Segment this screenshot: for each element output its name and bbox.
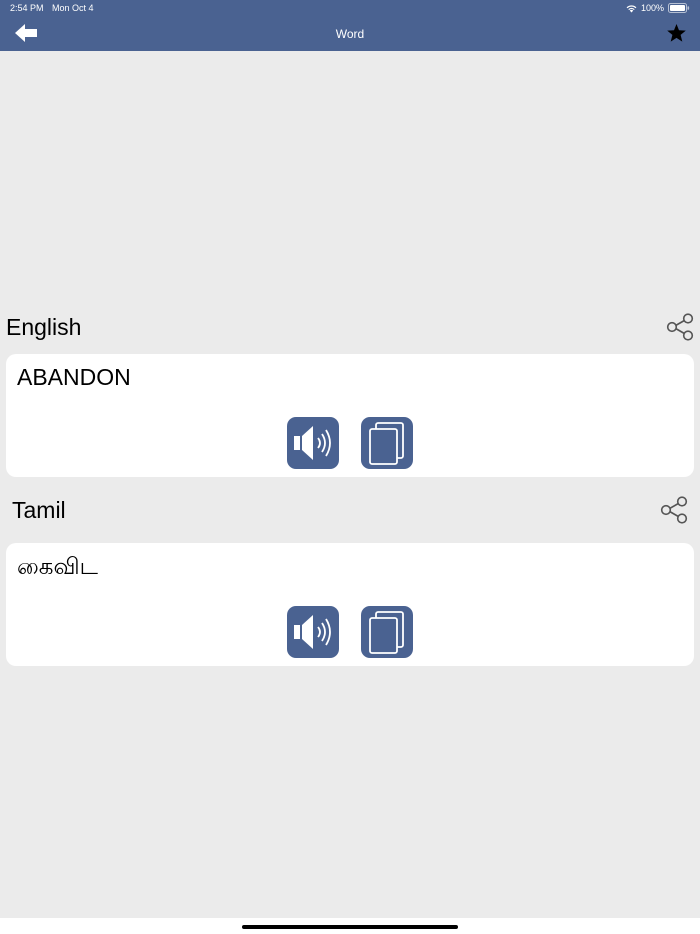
- page-title: Word: [335, 27, 365, 41]
- speak-button-tamil[interactable]: [287, 606, 339, 658]
- speaker-icon: [294, 615, 331, 649]
- copy-button-english[interactable]: [361, 417, 413, 469]
- favorite-button[interactable]: [666, 23, 687, 43]
- section-label-tamil: Tamil: [12, 497, 66, 523]
- wifi-icon: [626, 4, 637, 12]
- share-icon: [660, 496, 688, 524]
- word-detail-screen: 2:54 PM Mon Oct 4 100% Word English ABAN…: [0, 0, 700, 934]
- copy-button-tamil[interactable]: [361, 606, 413, 658]
- english-word-text: ABANDON: [17, 364, 131, 390]
- tamil-word-card: கைவிட: [6, 543, 694, 666]
- battery-icon: [668, 3, 690, 13]
- speaker-icon: [294, 426, 331, 460]
- share-button-english[interactable]: [665, 312, 695, 342]
- home-indicator[interactable]: [242, 925, 458, 929]
- copy-icon: [369, 422, 404, 465]
- copy-icon: [369, 611, 404, 654]
- tamil-word-text: கைவிட: [17, 553, 98, 579]
- status-date: Mon Oct 4: [52, 3, 94, 13]
- home-indicator-area: [0, 918, 700, 934]
- english-word-card: ABANDON: [6, 354, 694, 477]
- status-time: 2:54 PM: [10, 3, 44, 13]
- share-button-tamil[interactable]: [659, 495, 689, 525]
- battery-percent: 100%: [640, 3, 664, 13]
- share-icon: [666, 313, 694, 341]
- top-bar: 2:54 PM Mon Oct 4 100% Word: [0, 0, 700, 51]
- star-icon: [667, 24, 686, 42]
- status-indicators: 100%: [626, 2, 690, 14]
- speak-button-english[interactable]: [287, 417, 339, 469]
- section-label-english: English: [6, 314, 82, 340]
